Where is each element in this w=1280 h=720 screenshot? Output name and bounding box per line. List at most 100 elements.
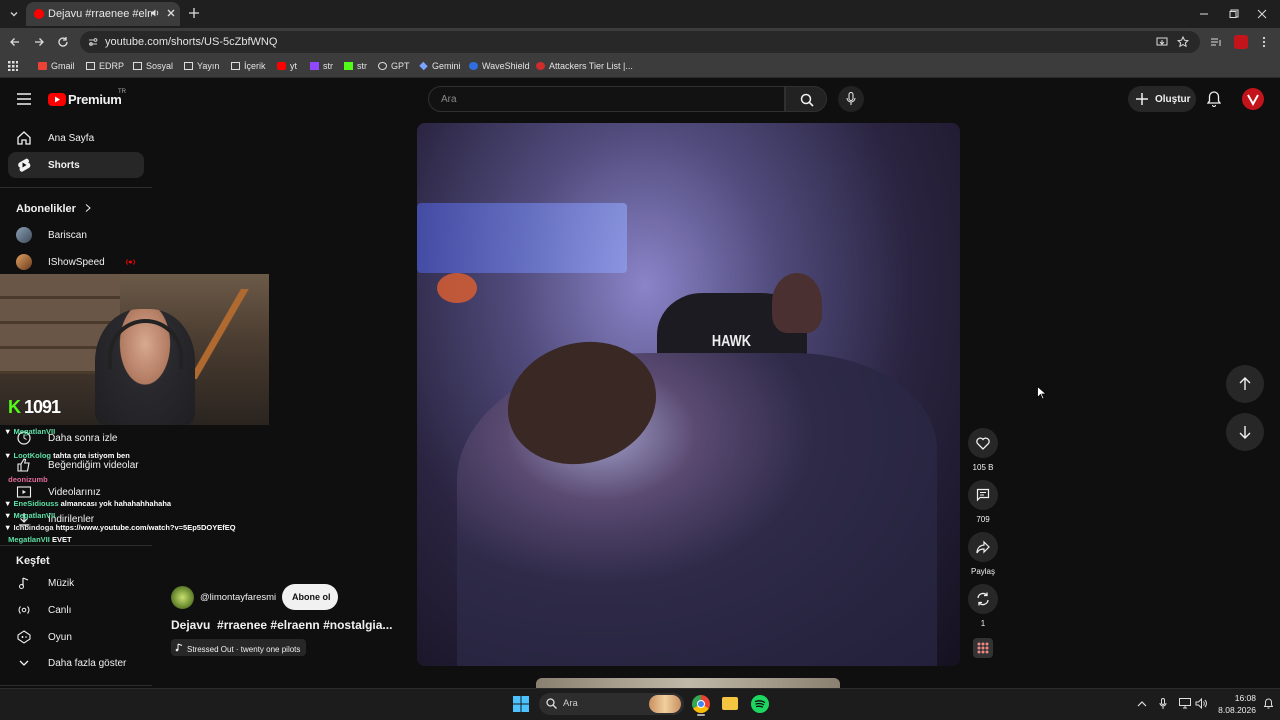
tray-chevron-up-icon[interactable]: [1137, 699, 1147, 709]
bookmark-waveshield[interactable]: WaveShield: [469, 61, 530, 71]
sidebar-item-live[interactable]: Canlı: [8, 597, 144, 623]
forward-icon[interactable]: [33, 36, 45, 48]
bookmark-sosyal[interactable]: Sosyal: [133, 61, 173, 71]
home-icon: [16, 130, 32, 146]
subscribe-button[interactable]: Abone ol: [282, 584, 338, 610]
taskbar-active-indicator: [697, 714, 705, 716]
person-background: [772, 273, 822, 333]
new-tab-icon[interactable]: [188, 7, 200, 19]
account-avatar[interactable]: [1242, 88, 1264, 110]
notification-center-icon[interactable]: [1264, 698, 1273, 709]
site-info-icon[interactable]: [88, 37, 98, 47]
monitor-glow: [417, 203, 627, 273]
arrow-down-icon: [1238, 425, 1252, 439]
shorts-icon: [16, 157, 32, 173]
bookmark-icerik[interactable]: İçerik: [231, 61, 266, 71]
openai-icon: [378, 62, 387, 70]
bookmark-gemini[interactable]: Gemini: [419, 61, 461, 71]
bookmark-yt[interactable]: yt: [277, 61, 297, 71]
short-title[interactable]: Dejavu #rraenee #elraenn #nostalgia...: [171, 618, 392, 632]
browser-tab-bar: Dejavu #rraenee #elraenn #: [0, 0, 1280, 28]
bookmark-gpt[interactable]: GPT: [378, 61, 410, 71]
channel-handle[interactable]: @limontayfaresmi: [200, 592, 276, 603]
back-icon[interactable]: [9, 36, 21, 48]
youtube-logo[interactable]: Premium TR: [48, 89, 138, 108]
taskbar-time[interactable]: 16:08: [1226, 693, 1256, 703]
sound-thumbnail-icon[interactable]: [973, 638, 993, 658]
sidebar-item-label: Daha sonra izle: [48, 433, 118, 444]
channel-avatar[interactable]: [171, 586, 194, 609]
subscriptions-header[interactable]: Abonelikler: [16, 203, 91, 215]
spotify-taskbar-icon[interactable]: [751, 695, 769, 713]
next-short-button[interactable]: [1226, 413, 1264, 451]
bookmark-attackers-tier-list[interactable]: Attackers Tier List |...: [536, 61, 633, 71]
tray-microphone-icon[interactable]: [1159, 698, 1167, 710]
bookmark-yayin[interactable]: Yayın: [184, 61, 219, 71]
search-icon: [546, 698, 557, 709]
media-control-icon[interactable]: [1210, 36, 1222, 48]
sidebar-divider: [0, 685, 152, 686]
bookmark-kick-str[interactable]: str: [344, 61, 367, 71]
youtube-icon: [277, 62, 286, 70]
tab-search-icon[interactable]: [8, 8, 20, 20]
url-text[interactable]: youtube.com/shorts/US-5cZbfWNQ: [105, 36, 277, 48]
search-icon: [800, 93, 814, 107]
like-button[interactable]: [968, 428, 998, 458]
attackers-icon: [536, 62, 545, 70]
lamp-light: [437, 273, 477, 303]
voice-search-button[interactable]: [838, 86, 864, 112]
search-placeholder: Ara: [441, 94, 457, 105]
previous-short-button[interactable]: [1226, 365, 1264, 403]
share-button[interactable]: [968, 532, 998, 562]
heart-icon: [976, 437, 990, 450]
sidebar-item-ishowspeed[interactable]: IShowSpeed: [8, 249, 144, 275]
next-short-preview[interactable]: [536, 678, 840, 688]
minimize-icon[interactable]: [1198, 8, 1210, 20]
window-close-icon[interactable]: [1256, 8, 1268, 20]
install-app-icon[interactable]: [1156, 36, 1168, 48]
sidebar-item-home[interactable]: Ana Sayfa: [8, 125, 144, 151]
tray-network-icon[interactable]: [1179, 698, 1191, 709]
sidebar-divider: [0, 545, 152, 546]
tab-close-icon[interactable]: [166, 8, 176, 18]
audio-playing-icon[interactable]: [150, 8, 160, 18]
browser-menu-icon[interactable]: [1261, 36, 1267, 48]
extension-shield-icon[interactable]: [1234, 35, 1248, 49]
hamburger-menu-icon[interactable]: [17, 93, 31, 105]
waveshield-icon: [469, 62, 478, 70]
sidebar-item-bariscan[interactable]: Bariscan: [8, 222, 144, 248]
sidebar-item-shorts[interactable]: Shorts: [8, 152, 144, 178]
logo-region: TR: [118, 89, 126, 95]
bookmark-gmail[interactable]: Gmail: [38, 61, 75, 71]
sidebar-show-more[interactable]: Daha fazla göster: [8, 650, 144, 676]
bookmark-edrp[interactable]: EDRP: [86, 61, 124, 71]
sidebar-item-label: Beğendiğim videolar: [48, 460, 139, 471]
reload-icon[interactable]: [57, 36, 69, 48]
bookmark-star-icon[interactable]: [1177, 36, 1189, 48]
search-button[interactable]: [785, 86, 827, 112]
apps-grid-icon[interactable]: [8, 61, 18, 71]
sound-chip[interactable]: Stressed Out · twenty one pilots: [171, 639, 307, 656]
browser-tab[interactable]: Dejavu #rraenee #elraenn #: [26, 2, 180, 26]
windows-start-icon[interactable]: [513, 696, 529, 712]
notifications-bell-icon[interactable]: [1207, 91, 1221, 107]
create-button[interactable]: Oluştur: [1128, 86, 1196, 112]
chat-user: deonizumb: [8, 475, 48, 484]
shorts-video-player[interactable]: HAWK: [417, 123, 960, 666]
chrome-taskbar-icon[interactable]: [692, 695, 710, 713]
comment-icon: [976, 488, 990, 502]
taskbar-date[interactable]: 8.08.2026: [1212, 705, 1256, 715]
taskbar-search[interactable]: Ara: [539, 693, 684, 715]
sidebar-item-music[interactable]: Müzik: [8, 570, 144, 596]
bookmark-twitch-str[interactable]: str: [310, 61, 333, 71]
folder-icon: [133, 62, 142, 70]
channel-avatar: [16, 254, 32, 270]
comments-button[interactable]: [968, 480, 998, 510]
search-input[interactable]: Ara: [428, 86, 785, 112]
explorer-taskbar-icon[interactable]: [722, 697, 738, 710]
remix-button[interactable]: [968, 584, 998, 614]
live-icon: [16, 602, 32, 618]
sidebar-item-gaming[interactable]: Oyun: [8, 624, 144, 650]
tray-volume-icon[interactable]: [1195, 698, 1207, 709]
restore-icon[interactable]: [1228, 8, 1240, 20]
